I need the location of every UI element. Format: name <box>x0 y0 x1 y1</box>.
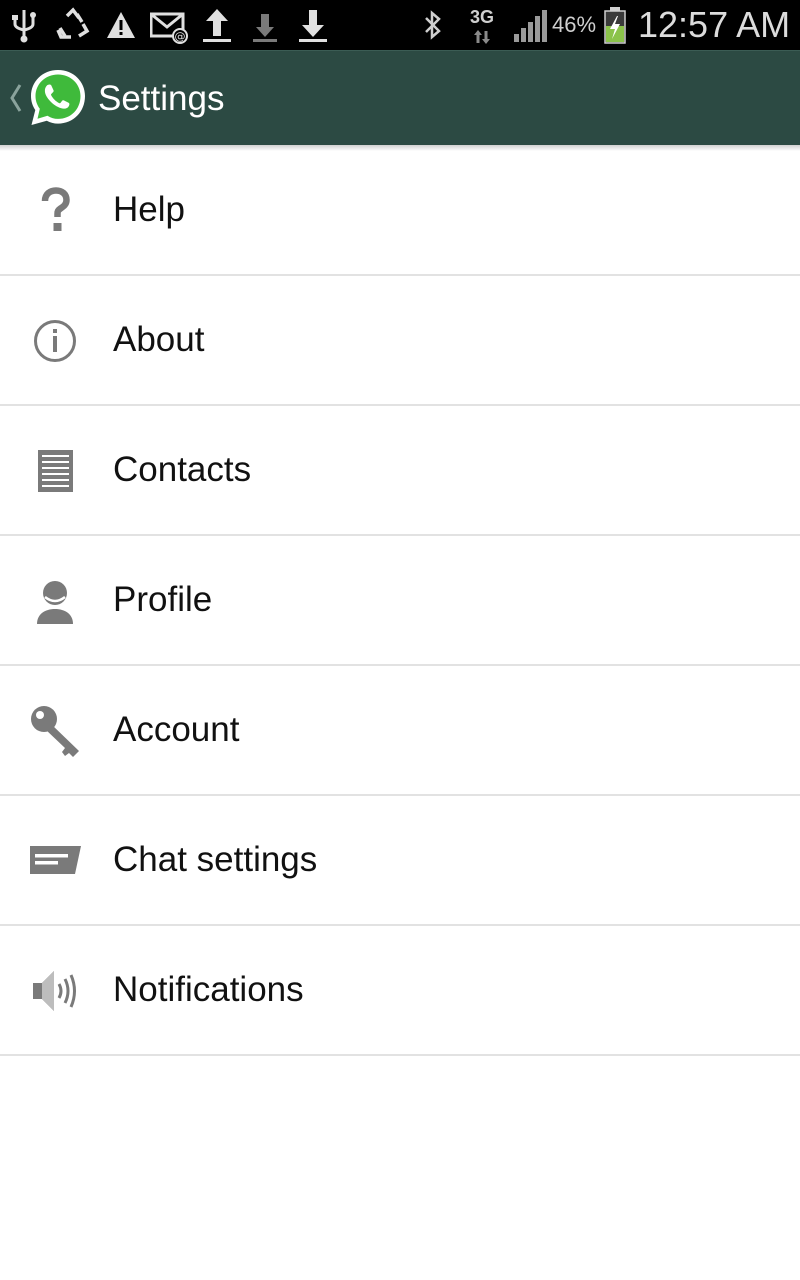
menu-item-notifications[interactable]: Notifications <box>0 926 800 1056</box>
battery-charging-icon <box>604 7 626 44</box>
contacts-icon <box>38 450 73 492</box>
upload-icon <box>203 9 231 42</box>
email-icon: @ <box>150 12 188 44</box>
download-icon <box>299 10 327 42</box>
settings-menu: Help About Contacts Profile Account Chat… <box>0 146 800 1056</box>
menu-item-label: Help <box>113 190 185 229</box>
recycle-icon <box>56 7 90 39</box>
warning-icon <box>107 12 135 38</box>
speaker-icon <box>33 971 76 1011</box>
key-icon <box>31 706 79 757</box>
back-chevron-icon[interactable] <box>6 81 24 115</box>
menu-item-profile[interactable]: Profile <box>0 536 800 666</box>
menu-item-contacts[interactable]: Contacts <box>0 406 800 536</box>
battery-percent: 46% <box>552 12 597 37</box>
profile-icon <box>37 581 73 624</box>
svg-text:@: @ <box>175 30 186 43</box>
menu-item-label: Profile <box>113 580 213 619</box>
whatsapp-logo[interactable] <box>28 67 88 129</box>
bluetooth-icon <box>425 10 441 40</box>
menu-item-help[interactable]: Help <box>0 146 800 276</box>
menu-item-about[interactable]: About <box>0 276 800 406</box>
menu-item-label: Contacts <box>113 450 252 489</box>
info-icon <box>34 320 76 362</box>
page-title: Settings <box>98 79 225 118</box>
network-3g-icon: 3G <box>469 7 494 27</box>
clock: 12:57 AM <box>638 4 791 45</box>
menu-item-label: About <box>113 320 205 359</box>
menu-item-chat-settings[interactable]: Chat settings <box>0 796 800 926</box>
app-bar: Settings <box>0 50 800 145</box>
data-activity-icon <box>474 30 490 44</box>
download-icon <box>253 14 277 42</box>
help-icon <box>41 187 70 231</box>
usb-icon <box>12 10 36 43</box>
menu-item-label: Notifications <box>113 970 304 1009</box>
menu-item-label: Chat settings <box>113 840 318 879</box>
menu-item-account[interactable]: Account <box>0 666 800 796</box>
chat-icon <box>30 846 81 874</box>
menu-item-label: Account <box>113 710 240 749</box>
signal-icon <box>514 10 547 42</box>
status-bar: @ 3G 46% 12:57 AM <box>0 0 800 50</box>
